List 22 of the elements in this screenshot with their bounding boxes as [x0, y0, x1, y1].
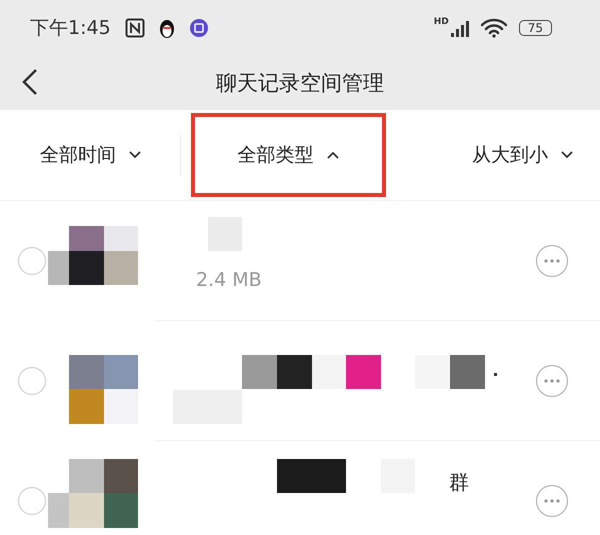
app-badge-icon	[188, 18, 209, 38]
filter-dropdown[interactable]: 从大到小	[458, 123, 588, 187]
status-time: 下午1:45	[30, 16, 111, 40]
select-radio[interactable]	[18, 487, 46, 515]
filter-dropdown[interactable]: 全部类型	[191, 113, 386, 197]
chevron-icon	[128, 150, 142, 160]
more-icon[interactable]	[536, 485, 568, 517]
more-icon[interactable]	[536, 365, 568, 397]
select-radio[interactable]	[18, 367, 46, 395]
more-icon[interactable]	[536, 245, 568, 277]
select-radio[interactable]	[18, 247, 46, 275]
chevron-icon	[326, 150, 340, 160]
item-text: 2.4 MB	[196, 269, 262, 291]
network-label: HD	[434, 17, 449, 27]
back-icon[interactable]	[22, 68, 38, 96]
battery-level: 75	[518, 20, 552, 36]
nfc-icon	[124, 18, 145, 38]
page-title: 聊天记录空间管理	[216, 70, 384, 96]
item-text: 群	[449, 469, 469, 496]
chevron-icon	[560, 150, 574, 160]
wifi-icon	[480, 18, 507, 38]
filter-dropdown[interactable]: 全部时间	[26, 123, 156, 187]
